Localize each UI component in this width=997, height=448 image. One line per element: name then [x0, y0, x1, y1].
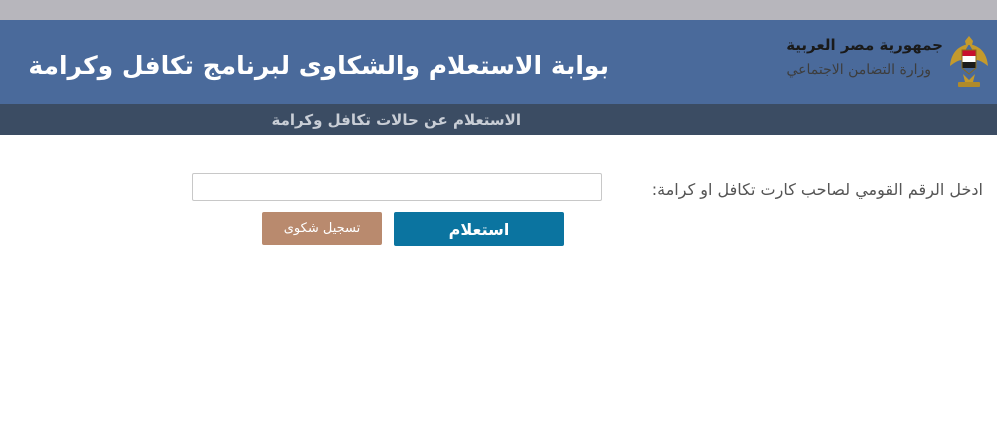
national-id-input[interactable]	[192, 173, 602, 201]
top-strip	[0, 0, 997, 20]
eagle-emblem-icon	[950, 36, 988, 87]
country-name: جمهورية مصر العربية	[786, 36, 943, 54]
nav-link-inquiry[interactable]: الاستعلام عن حالات تكافل وكرامة	[272, 111, 521, 129]
inquire-button[interactable]: استعلام	[394, 212, 564, 246]
ministry-logo: جمهورية مصر العربية وزارة التضامن الاجتم…	[786, 32, 989, 92]
sub-navigation: الاستعلام عن حالات تكافل وكرامة	[0, 104, 997, 135]
portal-title: بوابة الاستعلام والشكاوى لبرنامج تكافل و…	[28, 51, 609, 80]
ministry-name: وزارة التضامن الاجتماعي	[786, 62, 931, 78]
register-complaint-button[interactable]: تسجيل شكوى	[262, 212, 382, 245]
site-header: بوابة الاستعلام والشكاوى لبرنامج تكافل و…	[0, 20, 997, 104]
national-id-label: ادخل الرقم القومي لصاحب كارت تكافل او كر…	[651, 180, 983, 199]
